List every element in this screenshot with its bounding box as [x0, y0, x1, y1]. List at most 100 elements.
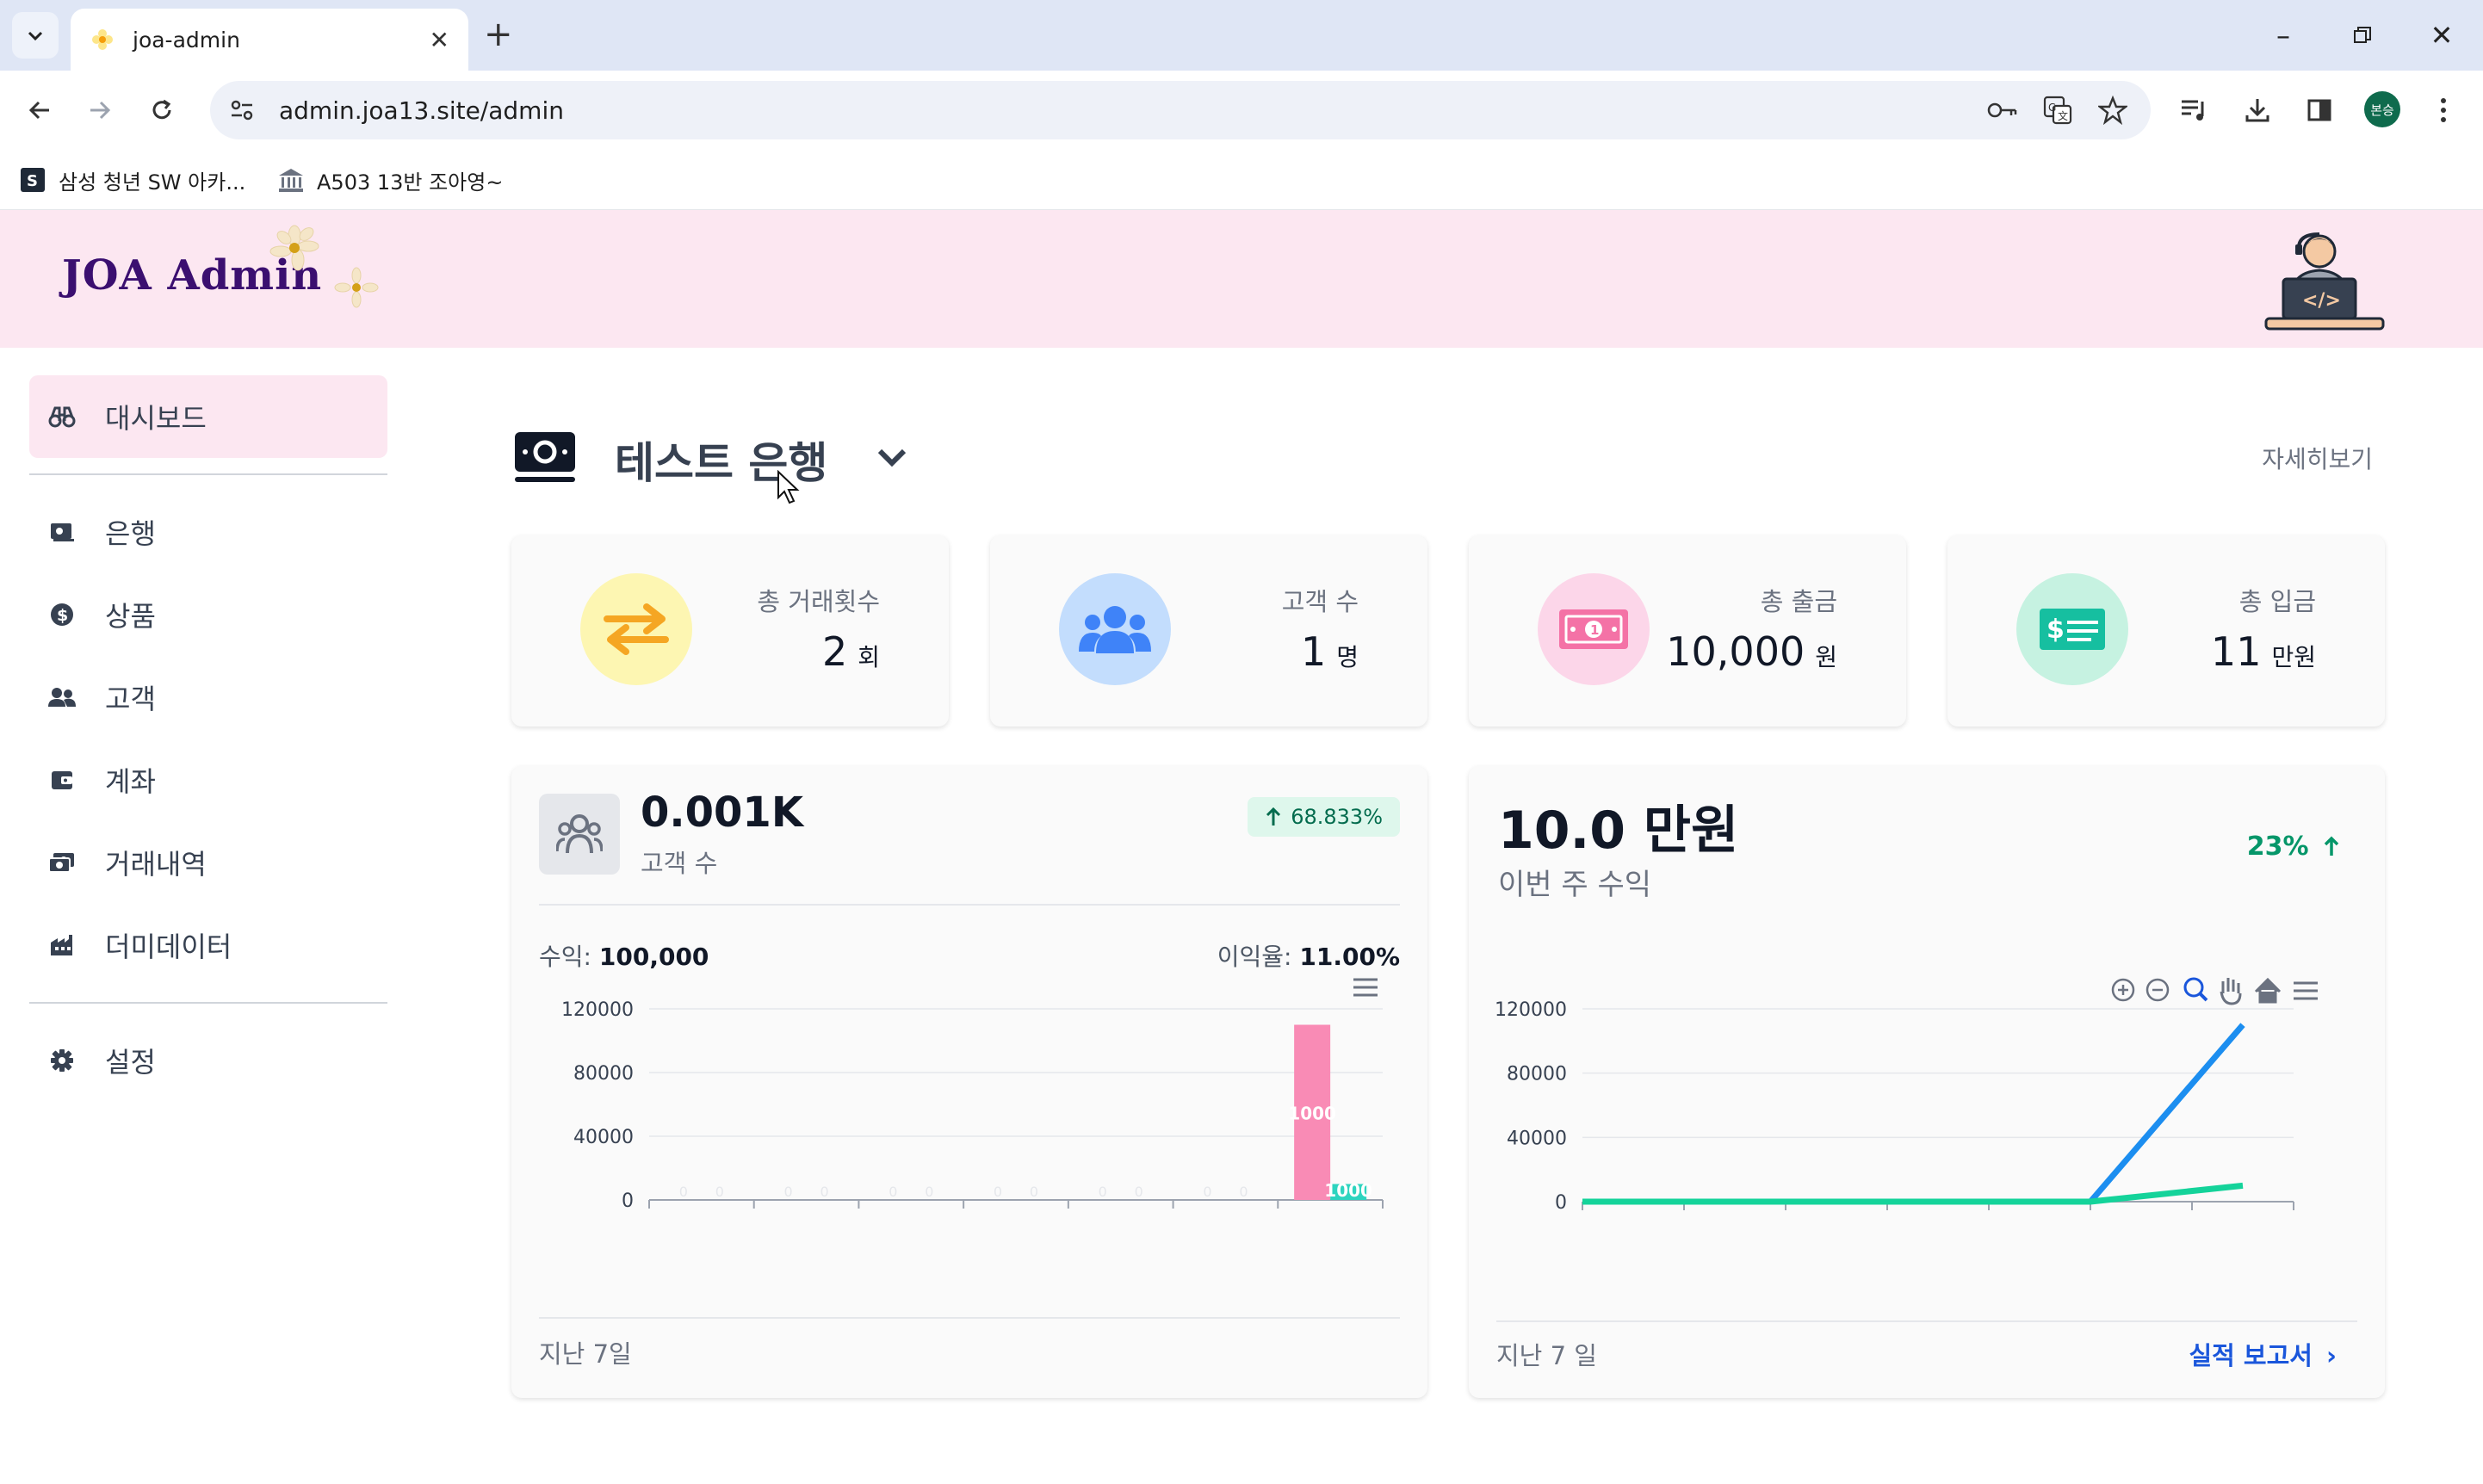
bookmark-item[interactable]: A503 13반 조아영~ [277, 158, 503, 201]
bar-value-label: 0 [783, 1184, 792, 1200]
gear-icon [48, 1047, 76, 1074]
address-bar[interactable]: admin.joa13.site/admin G文 [210, 81, 2151, 139]
stat-number: 1 [1300, 628, 1327, 675]
bar-value-label: 0 [994, 1184, 1002, 1200]
bookmark-star-icon[interactable] [2096, 93, 2130, 127]
back-arrow-icon [28, 101, 49, 120]
bar-value-label: 0 [1239, 1184, 1248, 1200]
line-chart: 1200008000040000004-04입금출금 [1495, 977, 2318, 1214]
stat-unit: 명 [1336, 643, 1359, 671]
arrow-up-icon [1266, 807, 1281, 825]
series-line [1582, 1182, 2244, 1205]
binoculars-icon [48, 403, 76, 430]
stat-card-deposit: $ 총 입금 11 만원 [1947, 535, 2385, 727]
media-controls-icon[interactable] [2175, 91, 2213, 129]
reload-icon [152, 99, 171, 120]
stat-value: 2 회 [822, 628, 880, 675]
developer-avatar-icon[interactable]: </> [2264, 229, 2385, 334]
stat-icon-circle: $ [2016, 573, 2128, 685]
side-panel-icon[interactable] [2300, 91, 2338, 129]
svg-text:文: 文 [2058, 109, 2068, 122]
download-icon[interactable] [2238, 91, 2276, 129]
view-details-link[interactable]: 자세히보기 [2262, 441, 2373, 475]
bar-value-label: 0 [820, 1184, 828, 1200]
translate-icon[interactable]: G文 [2040, 93, 2075, 127]
tab-title: joa-admin [133, 27, 240, 53]
sidebar-item-products[interactable]: $ 상품 [29, 573, 387, 656]
sidebar-item-label: 대시보드 [105, 402, 207, 435]
stat-value: 11 만원 [2211, 628, 2316, 675]
mouse-cursor-icon [777, 470, 800, 504]
period-label: 지난 7일 [539, 1339, 632, 1369]
y-tick-label: 120000 [1495, 999, 1567, 1021]
money-exchange-icon [48, 849, 76, 876]
stat-icon-circle: 1 [1538, 573, 1650, 685]
weekly-revenue-value: 10.0 만원 [1498, 801, 1739, 861]
minimize-button[interactable]: – [2257, 12, 2309, 59]
browser-tab[interactable]: joa-admin ✕ [71, 9, 468, 71]
profile-avatar[interactable]: 본승 [2364, 91, 2400, 127]
bar-data-label: 1000 [1324, 1180, 1372, 1201]
reload-button[interactable] [139, 88, 184, 133]
bar-value-label: 0 [889, 1184, 897, 1200]
factory-icon [48, 931, 76, 959]
sidebar-item-accounts[interactable]: 계좌 [29, 739, 387, 821]
stat-unit: 만원 [2271, 643, 2316, 671]
growth-badge-text: 68.833% [1291, 805, 1383, 829]
customers-chart-panel: 0.001K 고객 수 68.833% 수익: 100,000 이익율: 11.… [511, 766, 1427, 1398]
stat-number: 2 [821, 628, 848, 675]
weekly-revenue-label: 이번 주 수익 [1498, 868, 1652, 902]
samsung-sw-favicon-icon: S [21, 168, 45, 192]
back-button[interactable] [17, 88, 62, 133]
daisy-small-decoration-icon [334, 267, 379, 308]
restore-button[interactable] [2337, 12, 2388, 59]
bar-value-label: 0 [679, 1184, 688, 1200]
svg-text:</>: </> [2302, 290, 2341, 312]
site-settings-icon[interactable] [227, 96, 257, 125]
sidebar-item-label: 은행 [105, 517, 156, 550]
series-line [1582, 1023, 2245, 1205]
stat-unit: 원 [1815, 643, 1837, 671]
arrows-exchange-icon [604, 603, 669, 655]
money-bill-icon [515, 432, 575, 482]
bar-value-label: 0 [1203, 1184, 1211, 1200]
stat-unit: 회 [858, 643, 880, 671]
performance-report-link[interactable]: 실적 보고서 › [2189, 1336, 2337, 1372]
new-tab-button[interactable]: + [484, 15, 513, 53]
wallet-icon [48, 766, 76, 794]
stat-card-customers: 고객 수 1 명 [990, 535, 1427, 727]
stat-value: 10,000 원 [1666, 628, 1837, 675]
forward-button[interactable] [77, 88, 122, 133]
panel-divider [1496, 1320, 2357, 1322]
close-window-button[interactable]: ✕ [2416, 12, 2468, 59]
stat-title: 총 입금 [2238, 587, 2316, 616]
bank-card-icon [48, 518, 76, 546]
y-tick-label: 40000 [1507, 1128, 1567, 1149]
browser-toolbar: admin.joa13.site/admin G文 [0, 71, 2483, 150]
bar-chart: 1200008000040000004-04000000000000100010… [561, 978, 1384, 1212]
sidebar-item-dashboard[interactable]: 대시보드 [29, 375, 387, 458]
svg-text:$: $ [57, 606, 68, 625]
tab-search-button[interactable] [12, 12, 59, 59]
chevron-down-icon[interactable] [873, 442, 911, 473]
sidebar-item-label: 설정 [105, 1046, 156, 1079]
sidebar-nav: 대시보드 은행 $ 상품 고객 계좌 거래내역 더미데이터 설정 [29, 375, 387, 1102]
browser-menu-icon[interactable] [2424, 91, 2462, 129]
y-tick-label: 0 [622, 1190, 634, 1212]
bookmark-item[interactable]: S 삼성 청년 SW 아카... [19, 158, 245, 201]
svg-text:1: 1 [1590, 622, 1599, 638]
sidebar-item-dummy-data[interactable]: 더미데이터 [29, 904, 387, 986]
users-group-icon [1079, 606, 1151, 653]
y-tick-label: 80000 [1507, 1064, 1567, 1085]
sidebar-item-bank[interactable]: 은행 [29, 491, 387, 573]
password-key-icon[interactable] [1985, 93, 2020, 127]
sidebar-item-settings[interactable]: 설정 [29, 1019, 387, 1102]
sidebar-item-transactions[interactable]: 거래내역 [29, 821, 387, 904]
tab-close-icon[interactable]: ✕ [430, 26, 449, 54]
y-tick-label: 0 [1555, 1192, 1567, 1214]
weekly-revenue-panel: 10.0 만원 이번 주 수익 23% 1200008000040000004-… [1469, 766, 2385, 1398]
sidebar-item-customers[interactable]: 고객 [29, 656, 387, 739]
sidebar-item-label: 거래내역 [105, 848, 207, 881]
stat-number: 10,000 [1666, 628, 1805, 675]
stat-title: 고객 수 [1281, 587, 1359, 616]
